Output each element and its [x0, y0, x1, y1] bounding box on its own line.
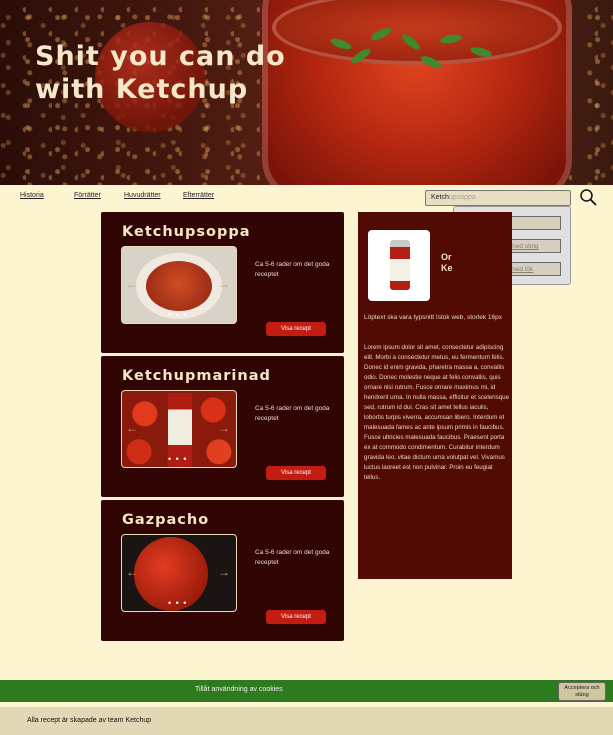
nav-link-forratter[interactable]: Förrätter	[74, 192, 101, 199]
carousel-prev-arrow-icon[interactable]: ←	[126, 277, 138, 291]
search-autocomplete-hint: upsoppa	[448, 194, 476, 201]
recipe-title: Ketchupmarinad	[122, 368, 271, 384]
view-recipe-button[interactable]: Visa recept	[266, 610, 326, 624]
recipe-card: Ketchupsoppa ← → • • • Ca 5-6 rader om d…	[101, 212, 344, 353]
page-title: Shit you can do with Ketchup	[35, 41, 286, 105]
info-panel: Or Ke Löptext ska vara typsnitt Istok we…	[358, 212, 512, 579]
ketchup-jar-photo	[368, 230, 430, 301]
search-typed-text: Ketch	[431, 194, 449, 201]
recipe-card: Ketchupmarinad ← → • • • Ca 5-6 rader om…	[101, 356, 344, 497]
recipe-description: Ca 5-6 rader om det goda receptet	[255, 261, 330, 278]
footer: Alla recept är skapade av team Ketchup	[0, 707, 613, 735]
carousel-prev-arrow-icon[interactable]: ←	[126, 565, 138, 579]
recipe-image-carousel[interactable]: ← → • • •	[121, 246, 237, 324]
soup-image	[146, 261, 212, 311]
view-recipe-button[interactable]: Visa recept	[266, 322, 326, 336]
recipe-title: Gazpacho	[122, 512, 210, 528]
panel-heading-line: Or	[441, 252, 452, 262]
carousel-dots[interactable]: • • •	[168, 310, 187, 320]
search-input[interactable]: Ketchupsoppa	[425, 190, 571, 206]
nav-link-huvudratter[interactable]: Huvudrätter	[124, 192, 161, 199]
carousel-dots[interactable]: • • •	[168, 454, 187, 464]
panel-lead-text: Löptext ska vara typsnitt Istok web, sto…	[364, 314, 503, 321]
cookie-banner: Tillåt användning av cookies Acceptera o…	[0, 680, 613, 702]
recipe-card: Gazpacho ← → • • • Ca 5-6 rader om det g…	[101, 500, 344, 641]
footer-text: Alla recept är skapade av team Ketchup	[27, 717, 152, 724]
carousel-dots[interactable]: • • •	[168, 598, 187, 608]
recipe-description: Ca 5-6 rader om det goda receptet	[255, 405, 330, 422]
carousel-next-arrow-icon[interactable]: →	[218, 421, 230, 435]
recipe-image-carousel[interactable]: ← → • • •	[121, 390, 237, 468]
cookie-text: Tillåt användning av cookies	[195, 686, 283, 693]
accept-cookies-button[interactable]: Acceptera och stäng	[558, 682, 606, 701]
panel-heading: Or Ke	[441, 252, 453, 274]
panel-body-text: Lorem ipsum dolor sit amet, consectetur …	[364, 344, 510, 481]
nav-link-efterratter[interactable]: Efterrätter	[183, 192, 214, 199]
recipe-image-carousel[interactable]: ← → • • •	[121, 534, 237, 612]
search-icon[interactable]	[579, 188, 597, 206]
nav-link-historia[interactable]: Historia	[20, 192, 44, 199]
carousel-next-arrow-icon[interactable]: →	[218, 277, 230, 291]
recipe-title: Ketchupsoppa	[122, 224, 251, 240]
ketchup-jar-image	[390, 240, 410, 290]
hero-banner: Shit you can do with Ketchup	[0, 0, 613, 185]
carousel-prev-arrow-icon[interactable]: ←	[126, 421, 138, 435]
view-recipe-button[interactable]: Visa recept	[266, 466, 326, 480]
carousel-next-arrow-icon[interactable]: →	[218, 565, 230, 579]
recipe-description: Ca 5-6 rader om det goda receptet	[255, 549, 330, 566]
panel-heading-line: Ke	[441, 263, 453, 273]
